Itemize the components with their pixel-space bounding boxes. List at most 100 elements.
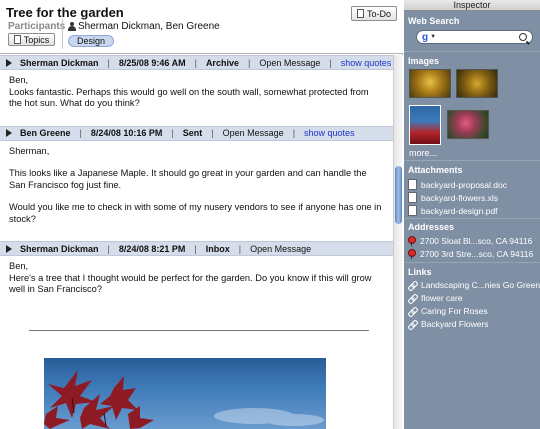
images-label: Images [408,56,440,66]
message-folder: Inbox [205,243,230,254]
attachments-label: Attachments [408,165,463,175]
link-icon [408,307,417,316]
attachment-item[interactable]: backyard-flowers.xls [408,192,498,203]
disclosure-triangle-icon[interactable] [6,244,12,253]
image-thumbnail-selected[interactable] [409,105,441,145]
message-header[interactable]: Sherman Dickman | 8/24/08 8:21 PM | Inbo… [0,241,393,256]
horizontal-rule [29,330,369,331]
message-folder: Sent [182,128,203,138]
disclosure-triangle-icon[interactable] [6,58,12,67]
web-search-label: Web Search [408,16,460,26]
todo-label: To-Do [366,8,391,19]
chevron-down-icon[interactable]: ▼ [430,34,436,40]
separator: | [211,128,214,138]
message-folder: Archive [205,57,239,68]
open-message-link[interactable]: Open Message [250,244,311,254]
separator: | [171,128,174,138]
separator: | [238,243,242,254]
open-message-link[interactable]: Open Message [259,58,320,68]
document-icon [408,205,417,216]
web-search-field[interactable]: g ▼ [416,30,533,44]
inspector-title: Inspector [404,0,540,11]
link-text: Landscaping C...nies Go Green [421,280,540,290]
message-body: Ben, Looks fantastic. Perhaps this would… [0,70,393,126]
section-divider [404,51,540,52]
link-text: flower care [421,293,463,303]
address-item[interactable]: 2700 Sloat Bl...sco, CA 94116 [408,236,532,246]
show-quotes-link[interactable]: show quotes [304,128,355,138]
message-paragraph: This looks like a Japanese Maple. It sho… [9,168,367,190]
address-item[interactable]: 2700 3rd Stre...sco, CA 94116 [408,249,533,259]
link-item[interactable]: flower care [408,293,463,303]
message-body: Sherman, This looks like a Japanese Mapl… [0,141,393,242]
participants-label: Participants [8,21,66,32]
message-sender: Sherman Dickman [20,243,99,254]
separator: | [107,57,110,68]
inspector-panel: Inspector Web Search g ▼ Images more... … [404,0,540,429]
image-thumbnail[interactable] [456,69,498,98]
google-icon[interactable]: g [422,32,428,43]
app-window: Tree for the garden To-Do Participants T… [0,0,540,429]
topics-icon [13,35,21,44]
separator: | [329,57,332,68]
separator: | [194,243,197,254]
image-thumbnail[interactable] [409,69,451,98]
attachment-item[interactable]: backyard-proposal.doc [408,179,507,190]
link-text: Backyard Flowers [421,319,489,329]
separator: | [292,128,296,138]
document-icon [408,192,417,203]
design-tag[interactable]: Design [68,35,115,47]
link-item[interactable]: Caring For Roses [408,306,488,316]
message-paragraph: Sherman, [9,145,50,156]
message-date: 8/25/08 9:46 AM [118,57,186,68]
message-paragraph: Would you like me to check in with some … [9,202,382,224]
person-icon [68,22,76,31]
todo-icon [356,9,364,18]
participants-list[interactable]: Sherman Dickman, Ben Greene [68,21,220,32]
todo-button[interactable]: To-Do [351,6,397,21]
show-quotes-link[interactable]: show quotes [341,58,392,68]
separator: | [107,243,110,254]
link-icon [408,320,417,329]
separator: | [247,57,251,68]
links-label: Links [408,267,432,277]
vertical-scrollbar[interactable] [393,55,403,429]
message-header[interactable]: Sherman Dickman | 8/25/08 9:46 AM | Arch… [0,55,393,70]
message-date: 8/24/08 10:16 PM [90,128,163,138]
tree-photo [44,358,326,429]
section-divider [404,218,540,219]
section-divider [404,160,540,161]
attachment-name: backyard-proposal.doc [421,179,507,190]
attachment-item[interactable]: backyard-design.pdf [408,205,498,216]
separator: | [79,128,82,138]
image-thumbnail[interactable] [447,110,489,139]
attachment-name: backyard-flowers.xls [421,192,498,203]
disclosure-triangle-icon[interactable] [6,129,12,137]
participants-text: Sherman Dickman, Ben Greene [78,21,220,32]
map-pin-icon [408,249,416,259]
conversation-title: Tree for the garden [6,5,124,20]
more-images-link[interactable]: more... [409,148,437,158]
map-pin-icon [408,236,416,246]
maple-leaves-image [44,370,324,429]
section-divider [404,262,540,263]
link-text: Caring For Roses [421,306,488,316]
message-header[interactable]: Ben Greene | 8/24/08 10:16 PM | Sent | O… [0,125,393,141]
address-text: 2700 Sloat Bl...sco, CA 94116 [420,236,533,246]
header-divider [62,19,63,49]
document-icon [408,179,417,190]
link-item[interactable]: Backyard Flowers [408,319,489,329]
link-icon [408,294,417,303]
search-icon[interactable] [519,33,527,41]
message-body: Ben, Here's a tree that I thought would … [0,256,393,312]
separator: | [194,57,197,68]
scrollbar-thumb[interactable] [395,166,402,224]
message-paragraph: Ben, Looks fantastic. Perhaps this would… [9,75,369,108]
topics-label: Topics [23,34,50,45]
link-item[interactable]: Landscaping C...nies Go Green [408,280,540,290]
open-message-link[interactable]: Open Message [223,128,284,138]
message-paragraph: Ben, Here's a tree that I thought would … [9,261,372,294]
message-sender: Sherman Dickman [20,57,99,68]
topics-button[interactable]: Topics [8,33,55,46]
message-sender: Ben Greene [20,128,71,138]
